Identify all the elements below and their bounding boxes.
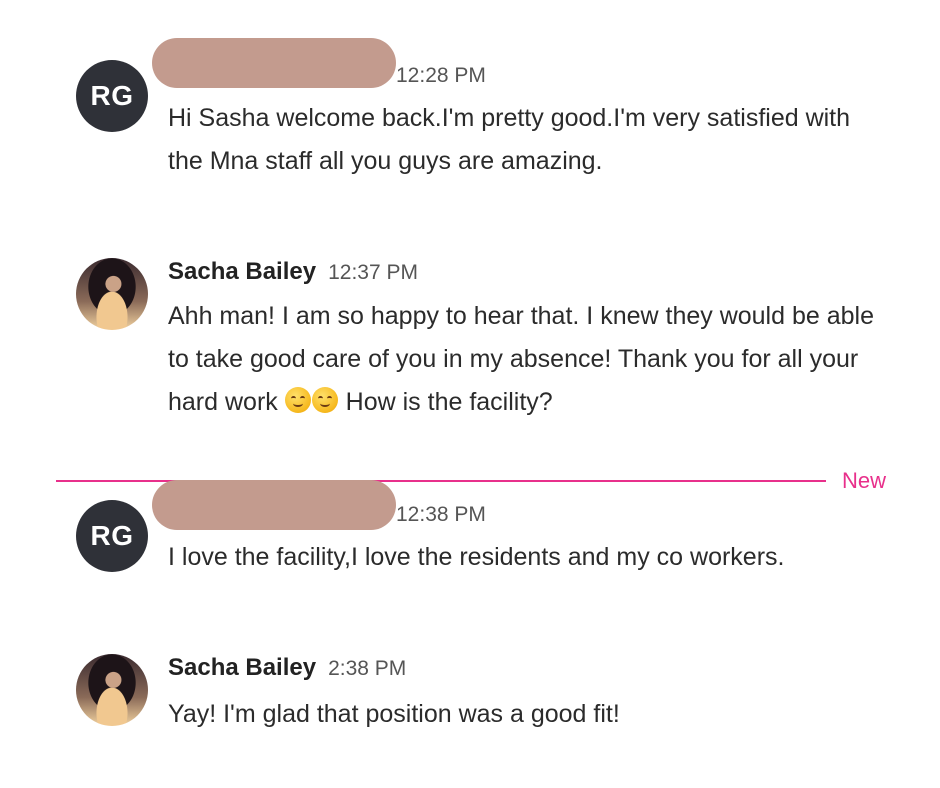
message-text: Ahh man! I am so happy to hear that. I k… [168, 295, 888, 424]
smiling-face-icon [311, 387, 338, 413]
timestamp: 12:28 PM [396, 64, 486, 87]
message-header: Sacha Bailey 2:38 PM [168, 654, 406, 682]
avatar[interactable]: RG [76, 60, 148, 132]
message-header: 12:38 PM [168, 503, 486, 527]
timestamp: 12:38 PM [396, 503, 486, 526]
message-header: Sacha Bailey 12:37 PM [168, 258, 418, 286]
message-text: I love the facility,I love the residents… [168, 543, 785, 571]
message-header: 12:28 PM [168, 64, 486, 88]
sender-name[interactable]: Sacha Bailey [168, 258, 316, 286]
message-text-part: How is the facility? [338, 388, 553, 416]
new-messages-label: New [842, 468, 887, 493]
timestamp: 12:37 PM [328, 261, 418, 284]
smiling-face-icon [284, 387, 311, 413]
sender-name[interactable]: Sacha Bailey [168, 654, 316, 682]
avatar[interactable]: RG [76, 500, 148, 572]
timestamp: 2:38 PM [328, 657, 407, 680]
message-text: Hi Sasha welcome back.I'm pretty good.I'… [168, 104, 851, 175]
message-text: Yay! I'm glad that position was a good f… [168, 700, 620, 728]
avatar[interactable] [76, 654, 148, 726]
avatar[interactable] [76, 258, 148, 330]
